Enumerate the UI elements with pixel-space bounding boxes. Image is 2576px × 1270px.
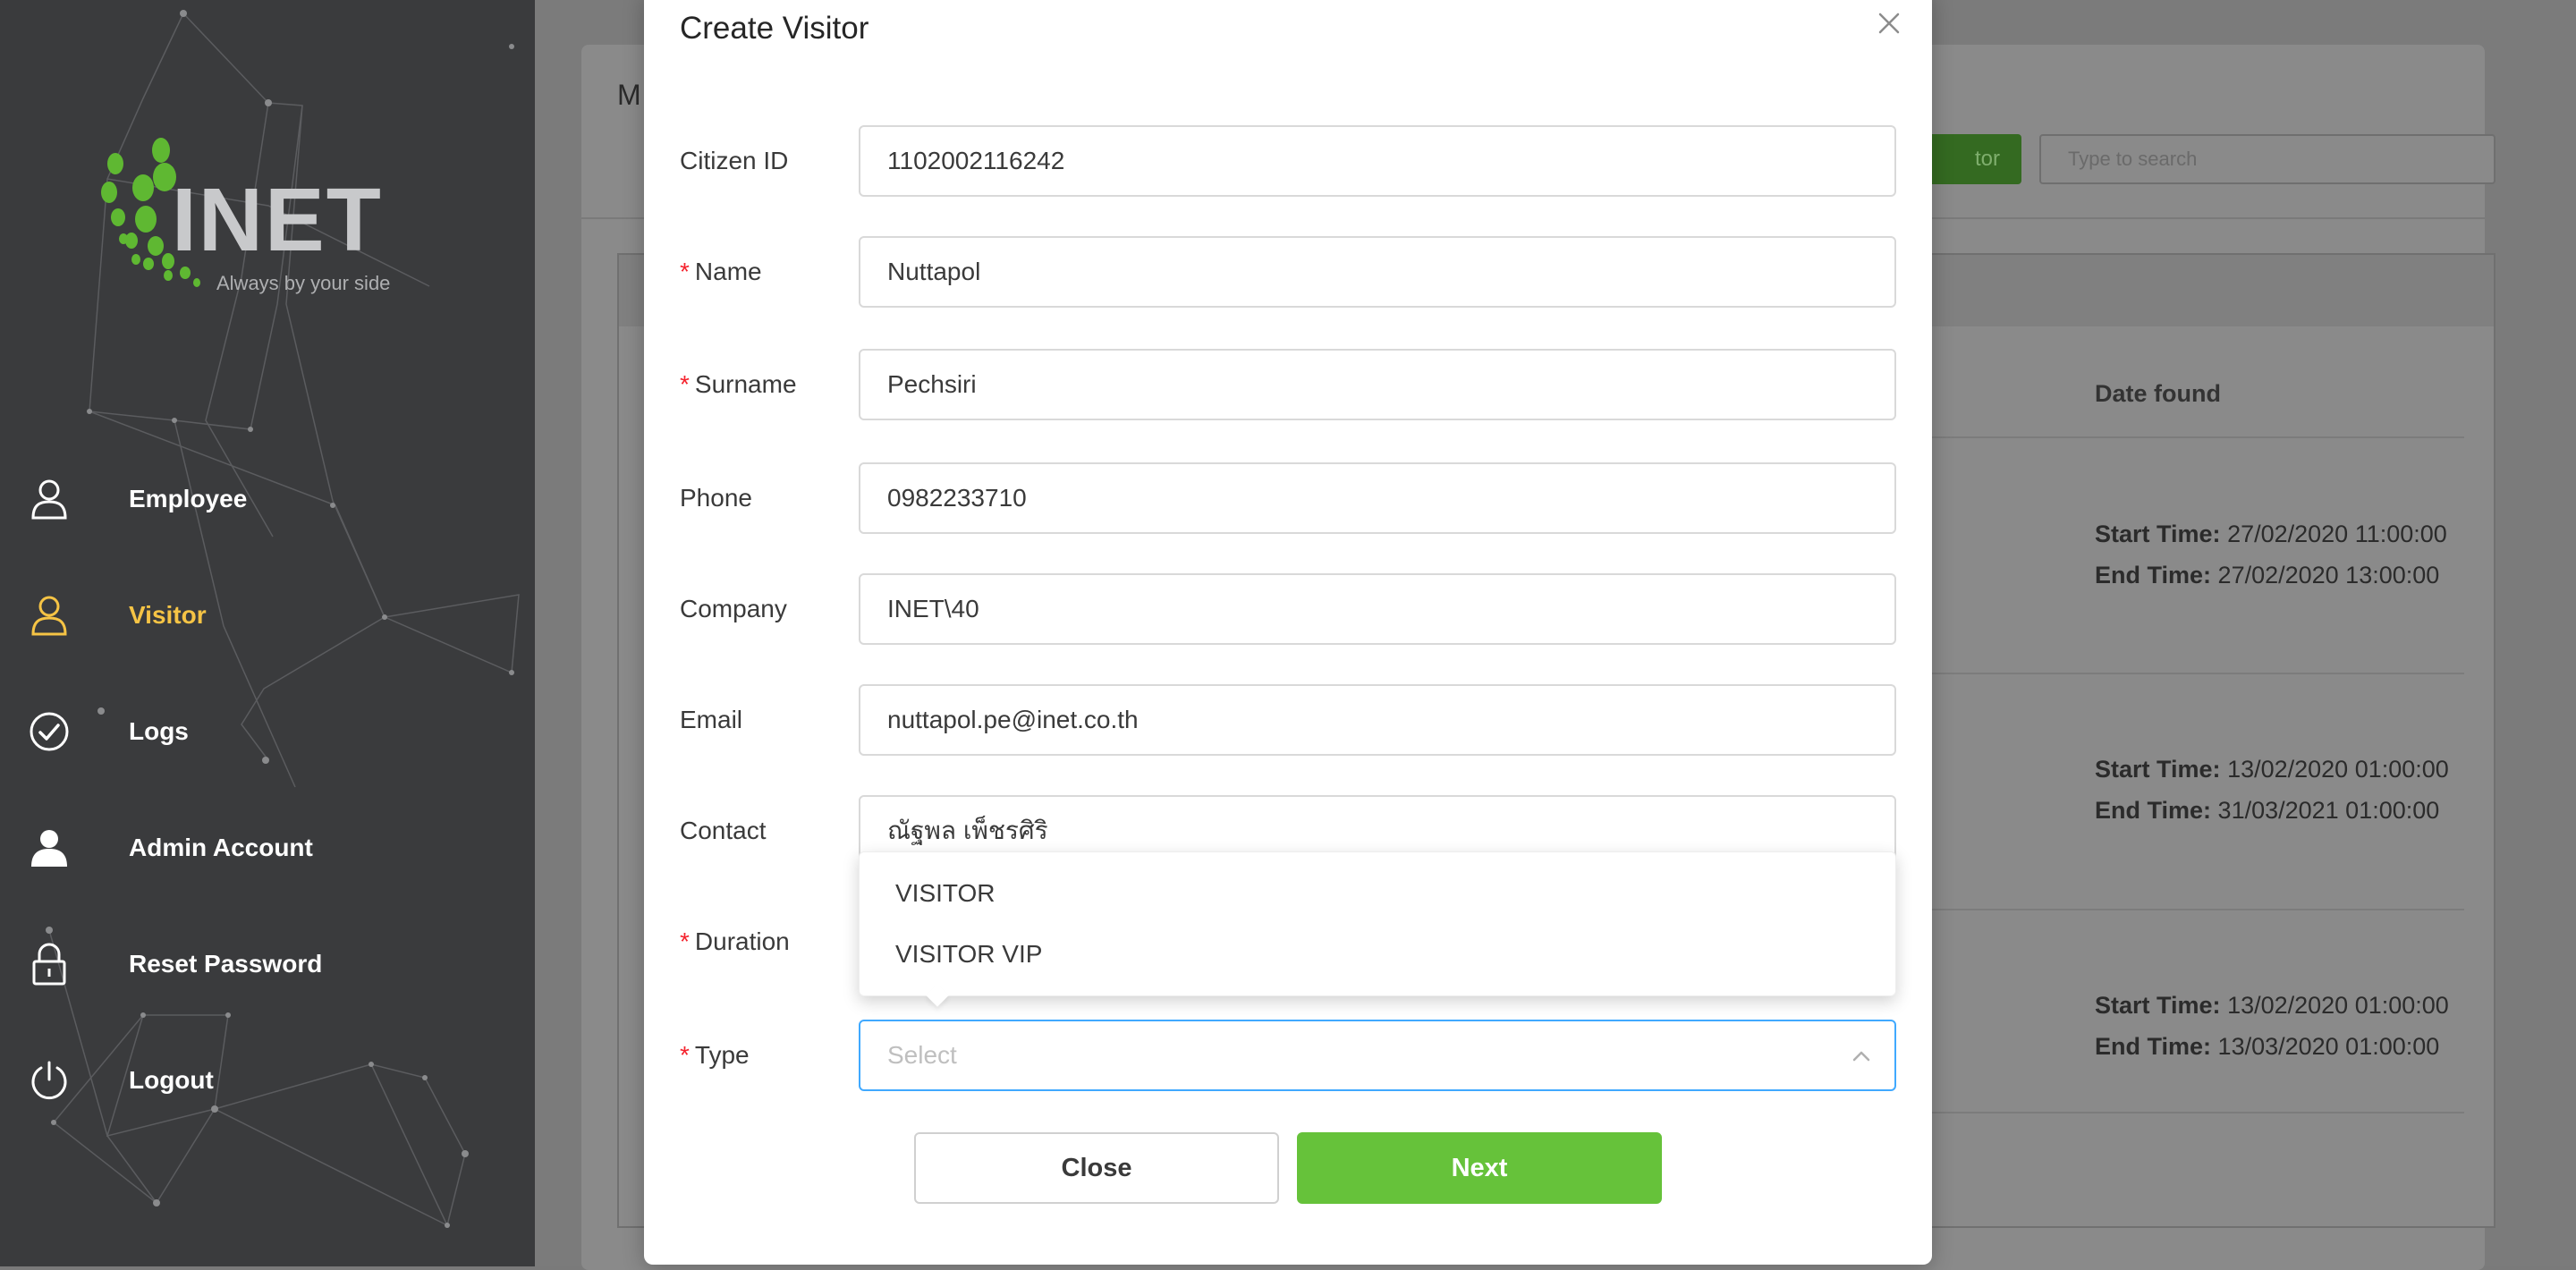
next-button[interactable]: Next <box>1297 1132 1662 1204</box>
sidebar-item-logout[interactable]: Logout <box>0 1031 535 1130</box>
row-divider <box>1932 1112 2464 1113</box>
type-select[interactable]: Select <box>859 1020 1896 1091</box>
chevron-up-icon <box>1852 1051 1870 1062</box>
company-field[interactable]: INET\40 <box>859 573 1896 645</box>
type-dropdown-menu: VISITOR VISITOR VIP <box>859 851 1896 1007</box>
row-divider <box>1932 436 2464 438</box>
phone-field[interactable]: 0982233710 <box>859 462 1896 534</box>
phone-label: Phone <box>680 484 752 512</box>
phone-row: Phone 0982233710 <box>680 462 1914 534</box>
sidebar-item-label: Logs <box>129 717 189 745</box>
company-row: Company INET\40 <box>680 573 1914 645</box>
citizen-id-row: Citizen ID 1102002116242 <box>680 125 1914 197</box>
search-input[interactable]: Type to search <box>2039 134 2496 184</box>
surname-row: * Surname Pechsiri <box>680 349 1914 420</box>
sidebar-item-label: Reset Password <box>129 950 323 978</box>
dropdown-pointer <box>926 984 949 1007</box>
lock-icon <box>29 943 70 986</box>
sidebar-item-label: Logout <box>129 1066 214 1094</box>
page-title: M <box>617 79 641 111</box>
sidebar-item-label: Employee <box>129 485 248 512</box>
surname-field[interactable]: Pechsiri <box>859 349 1896 420</box>
citizen-id-label: Citizen ID <box>680 147 789 174</box>
email-row: Email nuttapol.pe@inet.co.th <box>680 684 1914 756</box>
svg-text:INET: INET <box>172 170 383 270</box>
type-label: * Type <box>680 1041 750 1069</box>
sidebar-item-admin-account[interactable]: Admin Account <box>0 799 535 897</box>
user-outline-icon <box>29 595 70 636</box>
user-filled-icon <box>29 827 70 868</box>
user-outline-icon <box>29 478 70 520</box>
type-row: * Type Select <box>680 1020 1914 1091</box>
table-row: Start Time: 13/02/2020 01:00:00 End Time… <box>2095 756 2449 824</box>
table-row: Start Time: 13/02/2020 01:00:00 End Time… <box>2095 992 2449 1060</box>
sidebar-item-employee[interactable]: Employee <box>0 450 535 548</box>
inet-logo: INET Always by your side <box>101 138 390 294</box>
email-label: Email <box>680 706 743 733</box>
sidebar-item-label: Admin Account <box>129 834 313 861</box>
table-row: Start Time: 27/02/2020 11:00:00 End Time… <box>2095 521 2447 588</box>
email-field[interactable]: nuttapol.pe@inet.co.th <box>859 684 1896 756</box>
sidebar-item-label: Visitor <box>129 601 207 629</box>
power-icon <box>29 1060 70 1101</box>
create-visitor-modal: Create Visitor Citizen ID 1102002116242 … <box>644 0 1932 1265</box>
name-row: * Name Nuttapol <box>680 236 1914 308</box>
sidebar: INET Always by your side Employee Visito… <box>0 0 535 1266</box>
surname-label: * Surname <box>680 370 797 398</box>
check-circle-icon <box>29 711 70 752</box>
contact-label: Contact <box>680 817 767 844</box>
type-option-visitor[interactable]: VISITOR <box>860 863 1895 924</box>
name-label: * Name <box>680 258 762 285</box>
company-label: Company <box>680 595 787 622</box>
column-header-date-found: Date found <box>2095 380 2221 407</box>
sidebar-item-visitor[interactable]: Visitor <box>0 566 535 665</box>
sidebar-item-logs[interactable]: Logs <box>0 682 535 781</box>
type-select-placeholder: Select <box>887 1041 957 1069</box>
duration-label: * Duration <box>680 927 790 955</box>
citizen-id-field[interactable]: 1102002116242 <box>859 125 1896 197</box>
modal-title: Create Visitor <box>680 11 869 46</box>
name-field[interactable]: Nuttapol <box>859 236 1896 308</box>
close-icon[interactable] <box>1869 4 1909 43</box>
row-divider <box>1932 673 2464 674</box>
svg-text:Always by your side: Always by your side <box>216 272 390 294</box>
type-option-visitor-vip[interactable]: VISITOR VIP <box>860 924 1895 985</box>
row-divider <box>1932 909 2464 910</box>
sidebar-item-reset-password[interactable]: Reset Password <box>0 915 535 1013</box>
close-button[interactable]: Close <box>914 1132 1279 1204</box>
